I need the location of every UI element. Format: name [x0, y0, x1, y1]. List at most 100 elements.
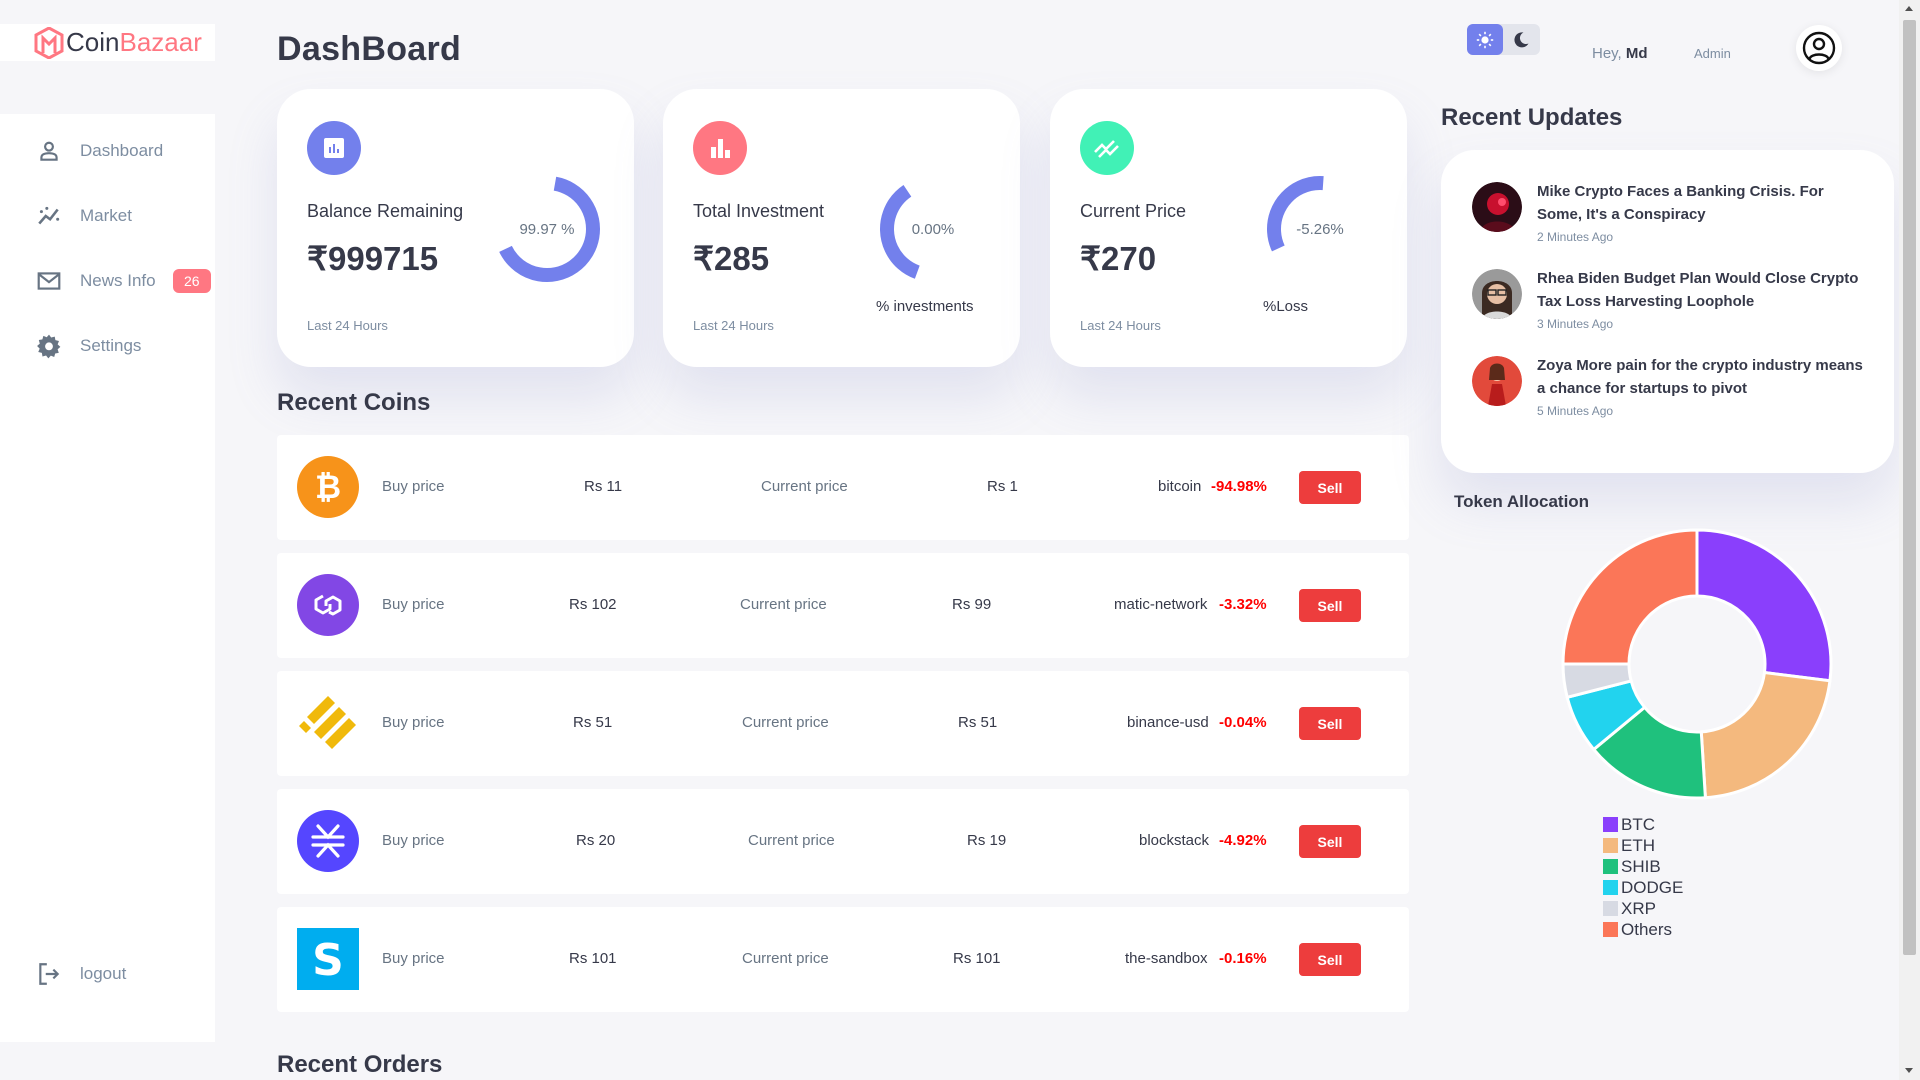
avatar: [1472, 182, 1522, 232]
chart-legend: BTC ETH SHIB DODGE XRP Others: [1603, 814, 1683, 940]
person-icon: [36, 138, 62, 164]
coin-row: Buy price Rs 51 Current price Rs 51 bina…: [277, 671, 1409, 776]
sidebar-item-dashboard[interactable]: Dashboard: [0, 131, 215, 171]
light-mode-option[interactable]: [1467, 24, 1503, 55]
current-price-value: Rs 101: [953, 950, 1001, 967]
legend-label: Others: [1621, 919, 1673, 939]
recent-orders-title: Recent Orders: [277, 1051, 443, 1078]
legend-item-xrp[interactable]: XRP: [1603, 898, 1683, 919]
card-label: Current Price: [1080, 201, 1187, 221]
card-ring-caption: %Loss: [1263, 298, 1309, 315]
card-value: ₹270: [1080, 240, 1157, 277]
legend-label: DODGE: [1621, 877, 1684, 897]
recent-updates-title: Recent Updates: [1441, 104, 1623, 131]
coin-change: -0.04%: [1219, 714, 1267, 731]
legend-swatch: [1603, 922, 1618, 937]
buy-price-label: Buy price: [382, 950, 445, 967]
buy-price-value: Rs 11: [584, 478, 623, 495]
update-author: Rhea: [1537, 270, 1574, 287]
news-count-badge: 26: [173, 269, 211, 293]
brand-name-part1: Coin: [66, 27, 120, 57]
scroll-down-arrow[interactable]: [1905, 1068, 1913, 1073]
sandbox-icon: S: [297, 928, 359, 990]
sidebar-item-label: Settings: [80, 336, 142, 355]
legend-label: BTC: [1621, 814, 1655, 834]
token-allocation-donut-chart: [1561, 528, 1833, 800]
buy-price-value: Rs 51: [573, 714, 613, 731]
update-author: Mike: [1537, 183, 1571, 200]
theme-toggle[interactable]: [1467, 24, 1540, 55]
svg-text:₿: ₿: [315, 468, 341, 506]
coin-row: Buy price Rs 20 Current price Rs 19 bloc…: [277, 789, 1409, 894]
sell-button[interactable]: Sell: [1299, 707, 1361, 740]
coin-name: matic-network: [1114, 596, 1208, 613]
chart-icon: [307, 121, 361, 175]
current-price-label: Current price: [740, 596, 827, 613]
scrollbar-thumb[interactable]: [1903, 20, 1916, 955]
sidebar-item-settings[interactable]: Settings: [0, 326, 215, 366]
legend-item-btc[interactable]: BTC: [1603, 814, 1683, 835]
sidebar-item-label: Dashboard: [80, 141, 164, 160]
polygon-icon: [297, 574, 359, 636]
sidebar-item-label: Market: [80, 206, 132, 225]
card-period: Last 24 Hours: [307, 318, 388, 333]
coin-change: -3.32%: [1219, 596, 1267, 613]
buy-price-label: Buy price: [382, 714, 445, 731]
greeting: Hey, Md: [1592, 45, 1648, 62]
page-scrollbar[interactable]: [1899, 0, 1920, 1080]
scroll-up-arrow[interactable]: [1905, 6, 1913, 11]
coin-row: ₿ Buy price Rs 11 Current price Rs 1 bit…: [277, 435, 1409, 540]
legend-item-others[interactable]: Others: [1603, 919, 1683, 940]
dark-mode-option[interactable]: [1503, 24, 1539, 55]
avatar: [1472, 269, 1522, 319]
bar-chart-icon: [693, 121, 747, 175]
legend-swatch: [1603, 838, 1618, 853]
user-role: Admin: [1694, 46, 1731, 61]
donut-slice-others[interactable]: [1561, 528, 1699, 666]
donut-slice-btc[interactable]: [1695, 528, 1833, 683]
insight-card-investment: Total Investment ₹285 Last 24 Hours 0.00…: [663, 89, 1020, 367]
donut-slice-eth[interactable]: [1699, 670, 1832, 800]
ring-percentage: 0.00%: [911, 220, 955, 238]
update-headline: Biden Budget Plan Would Close Crypto Tax…: [1537, 270, 1859, 310]
buy-price-value: Rs 101: [569, 950, 617, 967]
sell-button[interactable]: Sell: [1299, 825, 1361, 858]
legend-swatch: [1603, 859, 1618, 874]
sidebar-item-logout[interactable]: logout: [0, 954, 215, 994]
current-price-label: Current price: [748, 832, 835, 849]
chart-line-icon: [36, 203, 62, 229]
coin-name: binance-usd: [1127, 714, 1209, 731]
mail-icon: [36, 268, 62, 294]
insight-card-balance: Balance Remaining ₹999715 Last 24 Hours …: [277, 89, 634, 367]
legend-item-eth[interactable]: ETH: [1603, 835, 1683, 856]
legend-item-dodge[interactable]: DODGE: [1603, 877, 1683, 898]
sell-button[interactable]: Sell: [1299, 943, 1361, 976]
trend-icon: [1080, 121, 1134, 175]
legend-swatch: [1603, 901, 1618, 916]
card-label: Balance Remaining: [307, 201, 464, 221]
sidebar-item-news-info[interactable]: News Info 26: [0, 261, 215, 301]
sell-button[interactable]: Sell: [1299, 589, 1361, 622]
coin-row: Buy price Rs 102 Current price Rs 99 mat…: [277, 553, 1409, 658]
sidebar-item-label: logout: [80, 964, 127, 983]
update-time: 5 Minutes Ago: [1537, 404, 1614, 418]
sell-button[interactable]: Sell: [1299, 471, 1361, 504]
legend-item-shib[interactable]: SHIB: [1603, 856, 1683, 877]
update-time: 2 Minutes Ago: [1537, 230, 1614, 244]
sun-icon: [1476, 31, 1494, 48]
update-headline: Crypto Faces a Banking Crisis. For Some,…: [1537, 183, 1824, 223]
buy-price-label: Buy price: [382, 832, 445, 849]
update-time: 3 Minutes Ago: [1537, 317, 1614, 331]
legend-swatch: [1603, 817, 1618, 832]
ring-percentage: -5.26%: [1296, 220, 1344, 238]
sidebar-item-market[interactable]: Market: [0, 196, 215, 236]
coin-name: blockstack: [1139, 832, 1210, 849]
legend-label: SHIB: [1621, 856, 1661, 876]
card-value: ₹285: [693, 240, 770, 277]
token-allocation-title: Token Allocation: [1454, 492, 1590, 511]
bitcoin-icon: ₿: [297, 456, 359, 518]
legend-label: ETH: [1621, 835, 1655, 855]
profile-avatar[interactable]: [1796, 25, 1842, 71]
moon-icon: [1514, 31, 1529, 47]
brand-logo[interactable]: Coin Bazaar: [0, 24, 215, 61]
